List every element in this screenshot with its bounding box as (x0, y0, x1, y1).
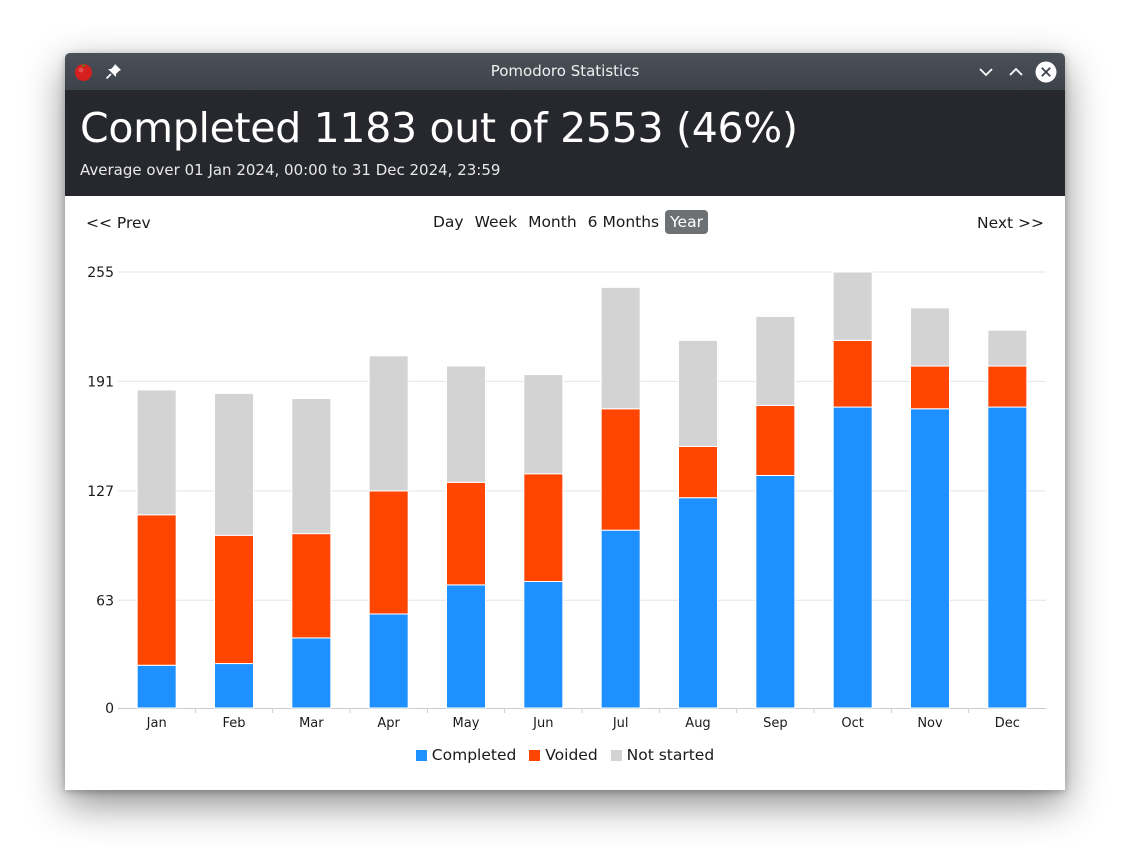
bar-not-started-jul (600, 286, 641, 410)
x-tick-label: Jul (612, 716, 629, 731)
bar-voided-jan (136, 514, 177, 666)
x-tick-label: Apr (377, 716, 400, 731)
close-icon[interactable] (1035, 61, 1057, 83)
bar-not-started-may (446, 365, 486, 483)
legend-item-completed[interactable]: Completed (415, 746, 517, 764)
x-tick-label: May (453, 716, 480, 731)
chart-legend: Completed Voided Not started (65, 746, 1065, 765)
x-tick-label: Jun (532, 716, 553, 731)
y-tick-label: 127 (87, 484, 114, 500)
period-6-months[interactable]: 6 Months (583, 210, 664, 234)
legend-label-completed: Completed (431, 746, 517, 764)
bar-completed-jan (136, 664, 177, 709)
bar-not-started-oct (832, 271, 873, 341)
titlebar[interactable]: Pomodoro Statistics (65, 53, 1065, 90)
bar-completed-may (446, 584, 486, 709)
x-tick-label: Oct (841, 716, 863, 731)
x-tick-label: Mar (299, 716, 324, 731)
legend-swatch-completed (415, 749, 427, 761)
bar-completed-apr (368, 613, 409, 709)
bar-voided-nov (910, 365, 950, 410)
bar-not-started-dec (987, 329, 1028, 367)
bar-not-started-feb (214, 392, 254, 536)
x-tick-label: Nov (917, 716, 943, 731)
period-selector: Day Week Month 6 Months Year (428, 210, 709, 234)
chevron-down-icon[interactable] (975, 61, 997, 83)
bar-not-started-nov (910, 307, 950, 367)
bar-completed-jun (523, 580, 564, 709)
period-navigation: << Prev Day Week Month 6 Months Year Nex… (65, 196, 1065, 252)
x-tick-label: Sep (763, 716, 788, 731)
stacked-bar-chart: 0 63 127 191 255 Jan Feb Mar Apr May Jun Jul Aug Sep O… (87, 265, 1046, 731)
y-tick-label: 191 (87, 374, 114, 390)
bar-completed-dec (987, 406, 1028, 709)
x-tick-label: Jan (146, 716, 167, 731)
x-tick-label: Aug (685, 716, 710, 731)
bar-completed-oct (832, 406, 873, 709)
bar-completed-nov (910, 408, 950, 709)
bar-completed-mar (291, 637, 332, 709)
bar-voided-jul (600, 408, 641, 531)
legend-label-not-started: Not started (626, 746, 715, 764)
statistics-window: Pomodoro Statistics Completed 1183 out o… (65, 53, 1065, 790)
date-range: Average over 01 Jan 2024, 00:00 to 31 De… (80, 161, 501, 179)
bar-voided-feb (214, 534, 254, 665)
bar-voided-jun (523, 473, 564, 582)
legend-item-voided[interactable]: Voided (529, 746, 598, 764)
bar-voided-apr (368, 490, 409, 615)
legend-swatch-not-started (610, 749, 622, 761)
bar-not-started-jan (136, 389, 177, 516)
bar-completed-jul (600, 529, 641, 709)
bar-completed-aug (678, 497, 718, 709)
bar-not-started-apr (368, 355, 409, 492)
chevron-up-icon[interactable] (1005, 61, 1027, 83)
bar-not-started-sep (755, 315, 796, 406)
legend-label-voided: Voided (545, 746, 598, 764)
bar-completed-feb (214, 663, 254, 709)
period-month[interactable]: Month (523, 210, 582, 234)
y-tick-label: 63 (96, 593, 114, 609)
bar-not-started-aug (678, 339, 718, 447)
bar-completed-sep (755, 474, 796, 709)
bar-not-started-mar (291, 398, 332, 535)
x-tick-label: Feb (222, 716, 245, 731)
y-tick-label: 255 (87, 265, 114, 281)
period-day[interactable]: Day (428, 210, 469, 234)
x-tick-label: Dec (995, 716, 1020, 731)
bar-voided-mar (291, 533, 332, 639)
bar-voided-oct (832, 339, 873, 408)
completed-summary: Completed 1183 out of 2553 (46%) (80, 104, 798, 152)
period-week[interactable]: Week (470, 210, 522, 234)
next-button[interactable]: Next >> (977, 214, 1044, 232)
prev-button[interactable]: << Prev (86, 214, 151, 232)
legend-swatch-voided (529, 749, 541, 761)
summary-header: Completed 1183 out of 2553 (46%) Average… (65, 90, 1065, 196)
bar-voided-dec (987, 365, 1028, 408)
bar-voided-may (446, 481, 486, 586)
bar-voided-aug (678, 445, 718, 499)
legend-item-not-started[interactable]: Not started (610, 746, 715, 764)
period-year[interactable]: Year (665, 210, 708, 234)
bar-voided-sep (755, 404, 796, 476)
y-tick-label: 0 (105, 701, 114, 717)
window-title: Pomodoro Statistics (490, 62, 640, 80)
bar-not-started-jun (523, 374, 564, 475)
